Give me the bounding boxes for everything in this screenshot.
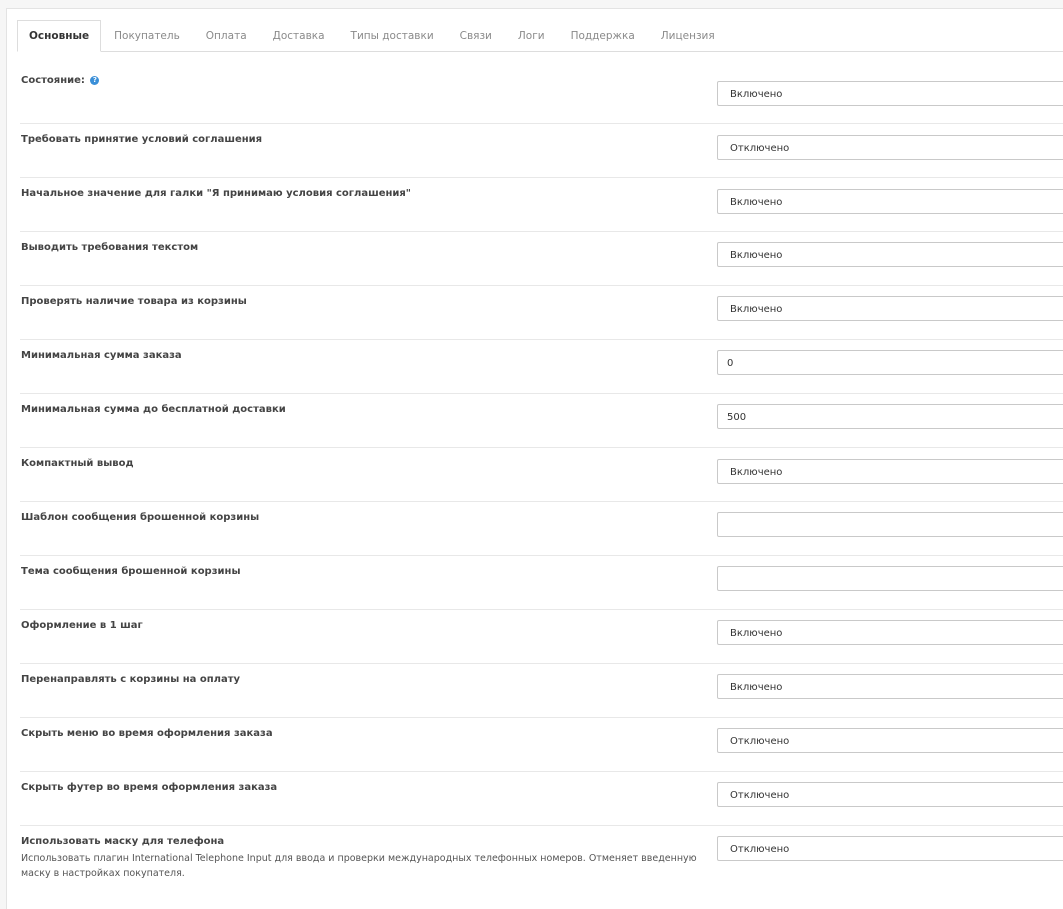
setting-label: Минимальная сумма заказа	[21, 350, 182, 361]
setting-row: Начальное значение для галки "Я принимаю…	[20, 178, 1063, 232]
tab-links[interactable]: Связи	[447, 21, 505, 51]
setting-label: Состояние: ?	[21, 74, 701, 88]
setting-row: Минимальная сумма до бесплатной доставки…	[20, 394, 1063, 448]
setting-label: Компактный вывод	[21, 458, 134, 469]
setting-row: Состояние: ? Включено	[20, 65, 1063, 124]
status-select[interactable]: Включено	[717, 81, 1063, 106]
tab-basic[interactable]: Основные	[17, 20, 102, 52]
tab-delivery-types[interactable]: Типы доставки	[338, 21, 447, 51]
setting-label: Использовать маску для телефона	[21, 836, 225, 847]
check-stock-select[interactable]: Включено	[717, 296, 1063, 321]
hide-footer-select[interactable]: Отключено	[717, 782, 1063, 807]
question-circle-icon[interactable]: ?	[90, 76, 100, 85]
require-terms-select[interactable]: Отключено	[717, 135, 1063, 160]
min-order-amount-input[interactable]: 0	[717, 350, 1063, 375]
abandoned-cart-template-input[interactable]	[717, 512, 1063, 537]
phone-mask-select[interactable]: Отключено	[717, 836, 1063, 861]
requirements-as-text-select[interactable]: Включено	[717, 242, 1063, 267]
setting-label: Требовать принятие условий соглашения	[21, 134, 263, 145]
setting-label: Тема сообщения брошенной корзины	[21, 566, 241, 577]
setting-row: Шаблон сообщения брошенной корзины	[20, 502, 1063, 556]
setting-row: Требовать принятие условий соглашения От…	[20, 124, 1063, 178]
setting-description: Использовать плагин International Teleph…	[21, 853, 697, 879]
tab-logs[interactable]: Логи	[505, 21, 558, 51]
setting-row: Перенаправлять с корзины на оплату Включ…	[20, 664, 1063, 718]
setting-label: Скрыть футер во время оформления заказа	[21, 782, 278, 793]
tab-buyer[interactable]: Покупатель	[101, 21, 193, 51]
tab-delivery[interactable]: Доставка	[260, 21, 338, 51]
setting-row: Использовать маску для телефона Использо…	[20, 826, 1063, 897]
setting-label: Скрыть меню во время оформления заказа	[21, 728, 273, 739]
setting-row: Скрыть меню во время оформления заказа О…	[20, 718, 1063, 772]
terms-checkbox-default-select[interactable]: Включено	[717, 189, 1063, 214]
free-delivery-min-input[interactable]: 500	[717, 404, 1063, 429]
one-step-checkout-select[interactable]: Включено	[717, 620, 1063, 645]
tab-bar: Основные Покупатель Оплата Доставка Типы…	[17, 20, 1063, 52]
setting-row: Тема сообщения брошенной корзины	[20, 556, 1063, 610]
tab-support[interactable]: Поддержка	[558, 21, 648, 51]
tab-payment[interactable]: Оплата	[193, 21, 260, 51]
setting-row: Оформление в 1 шаг Включено	[20, 610, 1063, 664]
abandoned-cart-subject-input[interactable]	[717, 566, 1063, 591]
redirect-to-payment-select[interactable]: Включено	[717, 674, 1063, 699]
setting-label: Начальное значение для галки "Я принимаю…	[21, 188, 412, 199]
setting-label: Шаблон сообщения брошенной корзины	[21, 512, 260, 523]
setting-label: Минимальная сумма до бесплатной доставки	[21, 404, 286, 415]
setting-label: Оформление в 1 шаг	[21, 620, 143, 631]
setting-row: Минимальная сумма заказа 0	[20, 340, 1063, 394]
setting-label: Выводить требования текстом	[21, 242, 199, 253]
setting-row: Выводить требования текстом Включено	[20, 232, 1063, 286]
tab-license[interactable]: Лицензия	[648, 21, 728, 51]
setting-row: Компактный вывод Включено	[20, 448, 1063, 502]
compact-output-select[interactable]: Включено	[717, 459, 1063, 484]
setting-row: Скрыть футер во время оформления заказа …	[20, 772, 1063, 826]
setting-label: Перенаправлять с корзины на оплату	[21, 674, 241, 685]
setting-label: Проверять наличие товара из корзины	[21, 296, 247, 307]
setting-row: Проверять наличие товара из корзины Вклю…	[20, 286, 1063, 340]
hide-menu-select[interactable]: Отключено	[717, 728, 1063, 753]
